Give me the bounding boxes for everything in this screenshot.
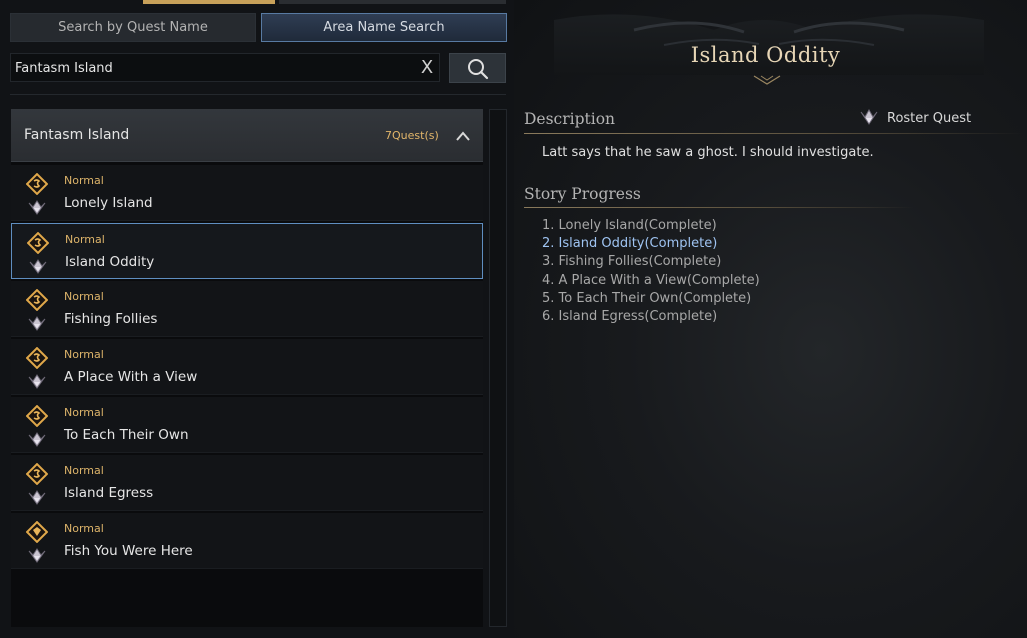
quest-type: Normal: [64, 348, 104, 361]
clear-search-button[interactable]: X: [416, 57, 438, 79]
search-button[interactable]: [449, 53, 506, 83]
roster-quest-icon: [27, 199, 47, 217]
search-input[interactable]: [15, 58, 411, 78]
roster-quest-icon: [27, 431, 47, 449]
story-progress-item: 2. Island Oddity(Complete): [542, 236, 718, 252]
quest-type: Normal: [65, 233, 105, 246]
quest-description: Latt says that he saw a ghost. I should …: [542, 145, 874, 160]
story-progress-item: 4. A Place With a View(Complete): [542, 272, 760, 288]
quest-scroll-icon: [25, 462, 49, 486]
roster-quest-icon: [28, 258, 48, 276]
quest-scroll-icon: [25, 346, 49, 370]
roster-quest-icon: [860, 108, 878, 125]
quest-name: To Each Their Own: [64, 427, 189, 443]
quest-scroll-icon: [25, 404, 49, 428]
roster-quest-label: Roster Quest: [887, 111, 972, 126]
quest-search-panel: Search by Quest Name Area Name Search X …: [0, 0, 514, 638]
scrollbar[interactable]: [489, 109, 507, 627]
quest-list: Fantasm Island 7Quest(s) Normal Lonely Is…: [11, 109, 483, 627]
quest-name: A Place With a View: [64, 369, 198, 385]
quest-type: Normal: [64, 174, 104, 187]
quest-scroll-icon: [25, 288, 49, 312]
story-progress-divider: [524, 207, 914, 208]
quest-list-item[interactable]: Normal A Place With a View: [11, 339, 483, 395]
quest-list-item[interactable]: Normal Island Egress: [11, 455, 483, 511]
roster-quest-icon: [27, 315, 47, 333]
quest-type: Normal: [64, 464, 104, 477]
quest-name: Fish You Were Here: [64, 543, 193, 559]
roster-quest-icon: [27, 547, 47, 565]
quest-type: Normal: [64, 522, 104, 535]
story-progress-heading: Story Progress: [524, 185, 641, 203]
quest-type: Normal: [64, 290, 104, 303]
top-tab-inactive-indicator: [279, 0, 506, 4]
quest-diamond-icon: [25, 520, 49, 544]
divider: [10, 94, 506, 95]
quest-list-item[interactable]: Normal Fishing Follies: [11, 281, 483, 337]
quest-scroll-icon: [26, 231, 50, 255]
story-progress-item: 3. Fishing Follies(Complete): [542, 254, 722, 270]
quest-name: Island Oddity: [65, 254, 155, 270]
quest-count: 7Quest(s): [385, 129, 439, 142]
area-header[interactable]: Fantasm Island 7Quest(s): [11, 109, 483, 162]
roster-quest-icon: [27, 489, 47, 507]
area-name: Fantasm Island: [24, 127, 130, 143]
quest-list-item[interactable]: Normal Lonely Island: [11, 165, 483, 221]
search-icon: [468, 59, 489, 80]
quest-type: Normal: [64, 406, 104, 419]
search-box: X: [10, 53, 440, 82]
quest-detail-panel: Island Oddity Description Roster Quest L…: [514, 0, 1027, 638]
story-progress-item: 5. To Each Their Own(Complete): [542, 290, 752, 306]
description-heading: Description: [524, 110, 616, 128]
quest-name: Island Egress: [64, 485, 154, 501]
description-divider: [524, 133, 1024, 134]
quest-scroll-icon: [25, 172, 49, 196]
quest-list-item[interactable]: Normal To Each Their Own: [11, 397, 483, 453]
quest-list-item[interactable]: Normal Fish You Were Here: [11, 513, 483, 569]
tab-area-name-search[interactable]: Area Name Search: [261, 13, 507, 42]
top-tab-active-indicator: [143, 0, 275, 4]
quest-title: Island Oddity: [690, 43, 841, 67]
quest-list-item[interactable]: Normal Island Oddity: [11, 223, 483, 279]
chevron-up-icon[interactable]: [454, 127, 472, 145]
tab-search-by-quest-name[interactable]: Search by Quest Name: [10, 13, 256, 42]
quest-name: Lonely Island: [64, 195, 153, 211]
story-progress-item: 1. Lonely Island(Complete): [542, 218, 717, 233]
roster-quest-icon: [27, 373, 47, 391]
quest-name: Fishing Follies: [64, 311, 158, 327]
story-progress-item: 6. Island Egress(Complete): [542, 309, 718, 324]
